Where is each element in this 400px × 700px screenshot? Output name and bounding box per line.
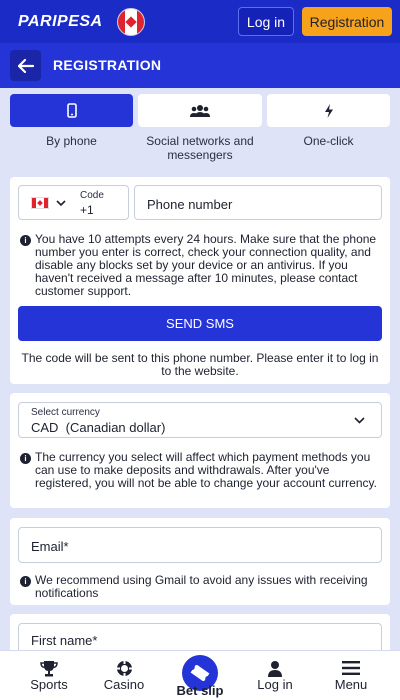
tab-one-click[interactable] <box>267 94 390 127</box>
nav-bet-slip[interactable]: Bet slip <box>165 651 235 700</box>
back-button[interactable] <box>10 50 41 81</box>
code-label: Code <box>80 190 104 201</box>
nav-menu[interactable]: Menu <box>316 651 386 700</box>
currency-select-value: CAD (Canadian dollar) <box>31 420 166 435</box>
canada-flag-icon <box>31 197 49 209</box>
nav-label-menu: Menu <box>334 677 368 692</box>
page-title: REGISTRATION <box>53 57 162 73</box>
code-note-text: The code will be sent to this phone numb… <box>21 351 379 378</box>
nav-label-sports: Sports <box>30 677 68 692</box>
send-sms-button[interactable]: SEND SMS <box>18 306 382 341</box>
first-name-placeholder: First name* <box>31 633 98 648</box>
nav-sports[interactable]: Sports <box>14 651 84 700</box>
bottom-nav: Sports Casino Bet slip Log in Menu <box>0 650 400 700</box>
code-value: +1 <box>80 203 94 217</box>
first-name-card: First name* <box>10 614 390 659</box>
tab-by-phone[interactable] <box>10 94 133 127</box>
email-placeholder: Email* <box>31 539 69 554</box>
nav-label-casino: Casino <box>103 677 145 692</box>
registration-button[interactable]: Registration <box>302 7 392 36</box>
info-icon: i <box>20 453 31 464</box>
chevron-down-icon <box>56 200 66 207</box>
trophy-icon <box>40 659 58 677</box>
info-icon: i <box>20 576 31 587</box>
info-icon: i <box>20 235 31 246</box>
tab-label-social-networks[interactable]: Social networks and messengers <box>138 134 262 162</box>
chevron-down-icon <box>354 417 365 424</box>
email-info-text: We recommend using Gmail to avoid any is… <box>35 573 368 600</box>
casino-chip-icon <box>115 659 133 677</box>
currency-select-label: Select currency <box>31 407 100 418</box>
email-card: Email* i We recommend using Gmail to avo… <box>10 518 390 605</box>
phone-number-input[interactable]: Phone number <box>134 185 382 220</box>
phone-icon <box>66 103 77 118</box>
nav-login[interactable]: Log in <box>240 651 310 700</box>
arrow-left-icon <box>17 58 34 73</box>
canada-flag-icon[interactable] <box>117 8 145 36</box>
currency-info-text: The currency you select will affect whic… <box>35 450 377 490</box>
page-header: REGISTRATION <box>0 43 400 88</box>
nav-label-bet-slip: Bet slip <box>176 683 224 698</box>
lightning-icon <box>324 103 333 118</box>
paripesa-logo[interactable]: PARIPESA <box>18 13 103 31</box>
currency-select[interactable]: Select currency CAD (Canadian dollar) <box>18 402 382 438</box>
tab-label-one-click[interactable]: One-click <box>267 134 390 148</box>
email-input[interactable]: Email* <box>18 527 382 563</box>
tab-label-by-phone[interactable]: By phone <box>10 134 133 148</box>
attempts-info-text: You have 10 attempts every 24 hours. Mak… <box>35 232 377 298</box>
top-bar: PARIPESA Log in Registration <box>0 0 400 43</box>
tab-social-networks[interactable] <box>138 94 262 127</box>
nav-label-login: Log in <box>257 677 293 692</box>
country-code-selector[interactable]: Code +1 <box>18 185 129 220</box>
hamburger-icon <box>342 659 360 677</box>
login-button[interactable]: Log in <box>238 7 294 36</box>
user-icon <box>266 659 284 677</box>
nav-casino[interactable]: Casino <box>89 651 159 700</box>
users-icon <box>190 104 210 117</box>
phone-number-placeholder: Phone number <box>147 197 233 212</box>
currency-card: Select currency CAD (Canadian dollar) i … <box>10 393 390 508</box>
phone-registration-card: Code +1 Phone number i You have 10 attem… <box>10 177 390 384</box>
